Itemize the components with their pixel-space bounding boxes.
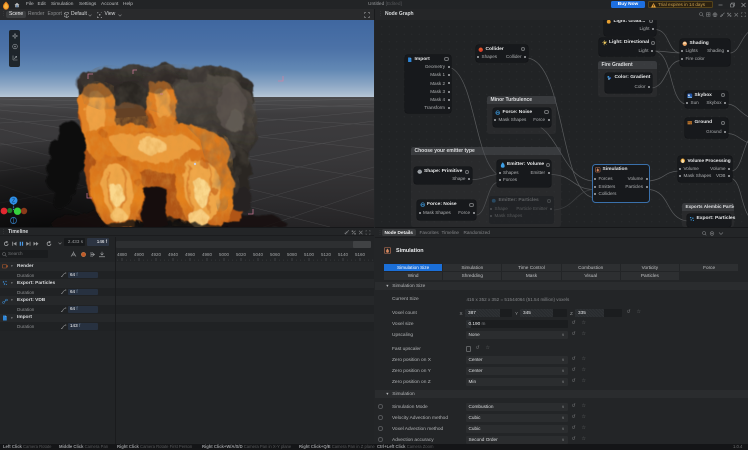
svg-text:Z: Z	[12, 198, 15, 204]
